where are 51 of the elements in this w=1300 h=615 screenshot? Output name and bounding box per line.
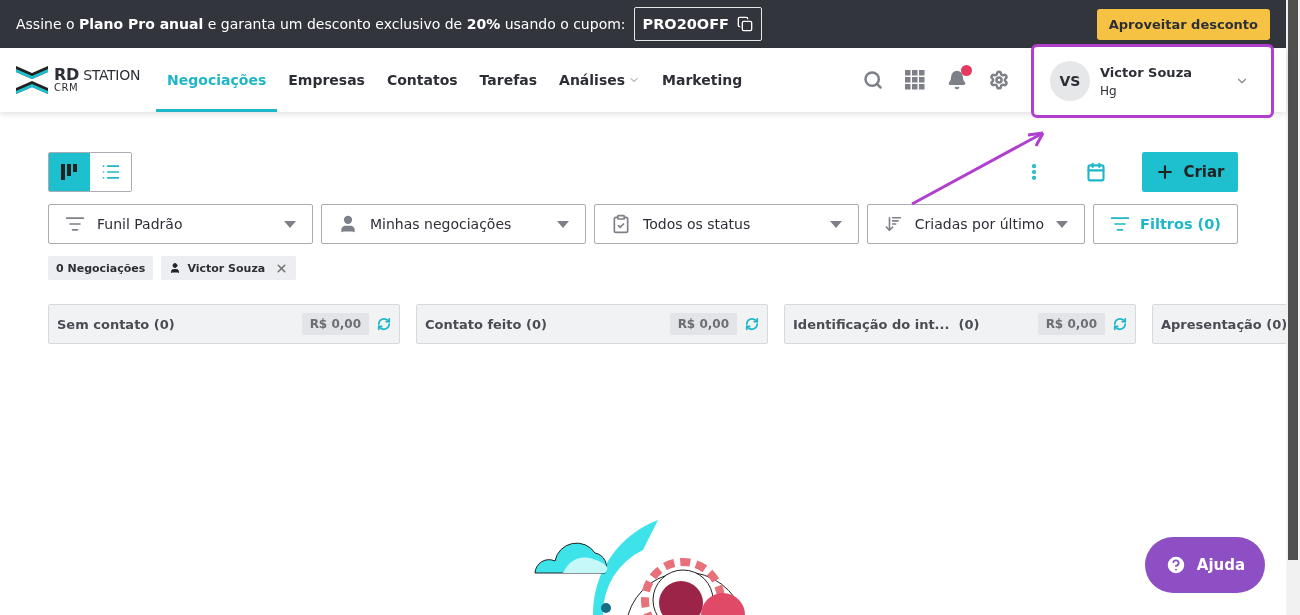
caret-icon bbox=[284, 220, 296, 228]
clipboard-check-icon bbox=[611, 214, 631, 234]
stage-name: Apresentação (0) bbox=[1161, 316, 1286, 332]
bell-icon bbox=[947, 70, 967, 90]
discount-button[interactable]: Aproveitar desconto bbox=[1096, 8, 1270, 40]
filter-dropdown[interactable]: Criadas por último bbox=[867, 204, 1085, 244]
chip-label: 0 Negociações bbox=[56, 261, 146, 275]
board-view-button[interactable] bbox=[49, 153, 90, 191]
nav-tab[interactable]: Empresas bbox=[277, 48, 376, 112]
nav-tab[interactable]: Tarefas bbox=[468, 48, 549, 112]
help-icon bbox=[1164, 554, 1187, 576]
stage-name: Contato feito (0) bbox=[425, 316, 547, 332]
list-icon bbox=[100, 162, 121, 182]
nav-tab[interactable]: Marketing bbox=[651, 48, 754, 112]
filter-lines-icon bbox=[1110, 214, 1131, 234]
avatar: VS bbox=[1050, 61, 1090, 101]
nav-tab[interactable]: Análises bbox=[548, 48, 652, 112]
nav-tab[interactable]: Contatos bbox=[375, 48, 469, 112]
caret-icon bbox=[1056, 220, 1068, 228]
copy-icon bbox=[737, 16, 753, 32]
stage-amount: R$ 0,00 bbox=[669, 313, 737, 335]
stage-name: Identificação do int... (0) bbox=[793, 316, 980, 332]
stage-name: Sem contato (0) bbox=[57, 316, 175, 332]
chip-label: Victor Souza bbox=[187, 261, 266, 275]
filter-lines-icon bbox=[65, 214, 85, 234]
board-icon bbox=[60, 163, 79, 181]
scrollbar[interactable] bbox=[1286, 0, 1300, 615]
stage-amount: R$ 0,00 bbox=[301, 313, 369, 335]
logo-icon bbox=[16, 64, 48, 96]
help-button[interactable]: Ajuda bbox=[1145, 537, 1265, 593]
person-icon bbox=[169, 262, 182, 274]
filter-dropdown[interactable]: Todos os status bbox=[594, 204, 859, 244]
refresh-icon[interactable] bbox=[1113, 317, 1127, 331]
logo-subtext: CRM bbox=[54, 83, 80, 93]
refresh-icon[interactable] bbox=[745, 317, 759, 331]
caret-icon bbox=[557, 220, 569, 228]
create-button[interactable]: Criar bbox=[1142, 152, 1238, 192]
coupon-button[interactable]: PRO20OFF bbox=[633, 7, 762, 41]
promo-text: Assine o Plano Pro anual e garanta um desconto exclusivo de 20% usando o cupom: bbox=[16, 16, 626, 32]
account-name: Hg bbox=[1100, 83, 1118, 98]
caret-icon bbox=[830, 220, 842, 228]
person-icon bbox=[338, 214, 358, 234]
sort-icon bbox=[884, 214, 903, 234]
filter-dropdown[interactable]: Funil Padrão bbox=[48, 204, 313, 244]
refresh-icon[interactable] bbox=[377, 317, 391, 331]
unread-dot bbox=[961, 65, 972, 76]
filter-dropdown[interactable]: Minhas negociações bbox=[321, 204, 586, 244]
user-name: Victor Souza bbox=[1100, 64, 1192, 80]
stage-amount: R$ 0,00 bbox=[1037, 313, 1105, 335]
user-menu[interactable]: VS Victor Souza Hg bbox=[1031, 44, 1274, 118]
logo-text: RD STATION bbox=[54, 67, 141, 83]
